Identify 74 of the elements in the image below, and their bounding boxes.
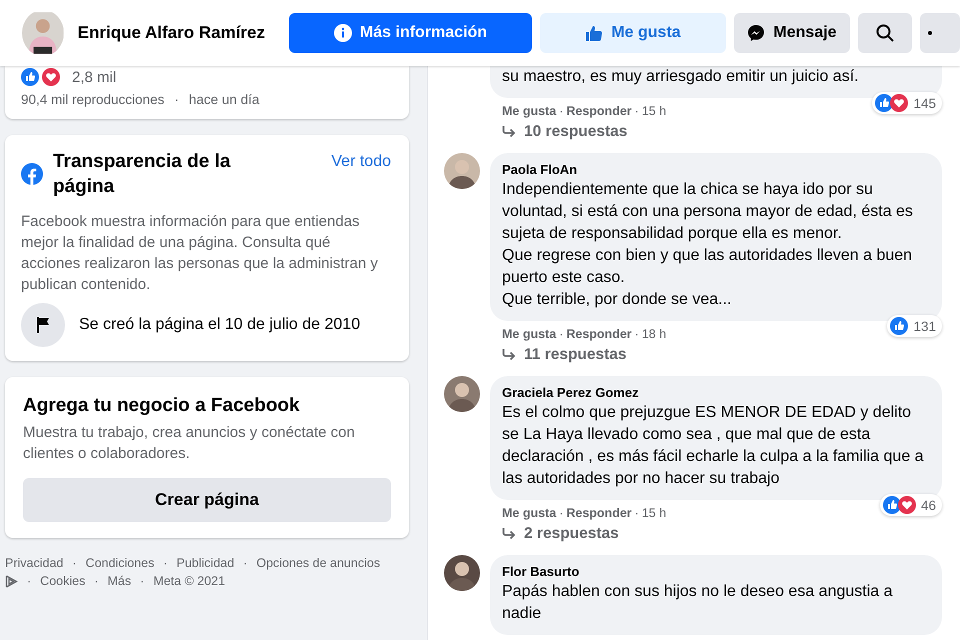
avatar[interactable] [444,376,480,412]
separator: · [559,506,564,520]
page-avatar[interactable] [22,10,64,56]
separator: · [634,506,639,520]
comment-time[interactable]: 15 h [642,506,666,520]
facebook-logo-icon [21,163,43,185]
search-icon [875,23,895,43]
view-replies-button[interactable]: 2 respuestas [502,525,619,543]
footer-link[interactable]: Meta © 2021 [153,572,226,590]
view-count: 90,4 mil reproducciones [21,92,164,107]
comment-text: Papás hablen con sus hijos no le deseo esa angustia a nadie [502,582,894,624]
reaction-badge[interactable]: 131 [887,315,942,337]
reaction-count[interactable]: 2,8 mil [72,68,116,86]
view-replies-button[interactable]: 11 respuestas [502,346,627,364]
footer-link[interactable]: Más [108,572,132,590]
comment-time[interactable]: 18 h [642,327,666,341]
reply-link[interactable]: Responder [566,506,632,520]
card-description: Facebook muestra información para que entiendas mejor la finalidad de una página. Consulta qué acciones realizaron las personas que la administran y publican contenido. [21,212,379,295]
reply-link[interactable]: Responder [566,327,632,341]
comment-text: Que terrible, por donde se vea... [502,290,732,310]
thumbs-up-icon [585,24,604,42]
separator: · [27,573,32,590]
page-name[interactable]: Enrique Alfaro Ramírez [78,23,265,43]
reply-link[interactable]: Responder [566,104,632,118]
comment-author[interactable]: Paola FloAn [502,161,930,179]
card-title: Agrega tu negocio a Facebook [23,394,301,418]
reaction-badge[interactable]: 145 [872,92,942,114]
footer-link[interactable]: Cookies [40,572,86,590]
card-description: Muestra tu trabajo, crea anuncios y conéctate con clientes o colaboradores. [23,423,356,464]
info-icon [334,24,352,42]
search-button[interactable] [858,13,912,53]
separator: · [243,555,248,572]
ad-choices-icon[interactable] [5,574,18,588]
messenger-icon [747,24,766,42]
comment-text: Es el colmo que prejuzgue ES MENOR DE EDAD y delito se La Haya llevado como sea , que mal que de esta declaración , es más fácil echarle la culpa a la familia que a las autoridades por no hacer su trabajo [502,403,925,489]
comment-author[interactable]: Graciela Perez Gomez [502,384,930,402]
separator: · [72,555,77,572]
like-link[interactable]: Me gusta [502,506,556,520]
footer-link[interactable]: Publicidad [176,554,234,572]
like-link[interactable]: Me gusta [502,327,556,341]
comment-text: su maestro, es muy arriesgado emitir un juicio así. [502,67,860,87]
see-all-link[interactable]: Ver todo [331,153,391,171]
separator: · [559,104,564,118]
more-info-button[interactable]: Más información [289,13,532,53]
view-replies-button[interactable]: 10 respuestas [502,123,628,141]
comment-text: Independientemente que la chica se haya ido por su voluntad, si está con una persona mayor de edad, ésta es sujeta de responsabilidad porque ella es menor. [502,180,914,244]
reply-arrow-icon [502,126,516,138]
separator: · [174,92,179,107]
comment-author[interactable]: Flor Basurto [502,563,930,581]
creation-date: Se creó la página el 10 de julio de 2010 [79,316,360,334]
dot-icon [928,31,932,35]
footer-link[interactable]: Privacidad [5,554,64,572]
comment-text: Que regrese con bien y que las autoridades lleven a buen puerto este caso. [502,246,914,288]
avatar[interactable] [444,555,480,591]
footer-link[interactable]: Opciones de anuncios [256,554,380,572]
reaction-badge[interactable]: 46 [880,494,942,516]
reply-arrow-icon [502,528,516,540]
like-link[interactable]: Me gusta [502,104,556,118]
post-time[interactable]: hace un día [188,92,260,107]
separator: · [140,573,144,590]
flag-icon [21,303,65,347]
comment-time[interactable]: 15 h [642,104,666,118]
avatar[interactable] [444,153,480,189]
separator: · [559,327,564,341]
create-page-button[interactable]: Crear página [23,478,391,522]
message-button[interactable]: Mensaje [734,13,850,53]
separator: · [163,555,168,572]
reply-arrow-icon [502,349,516,361]
footer-link[interactable]: Condiciones [86,554,154,572]
separator: · [634,104,639,118]
separator: · [634,327,639,341]
card-title: Transparencia de la página [53,150,232,199]
like-page-button[interactable]: Me gusta [540,13,726,53]
separator: · [94,573,99,590]
